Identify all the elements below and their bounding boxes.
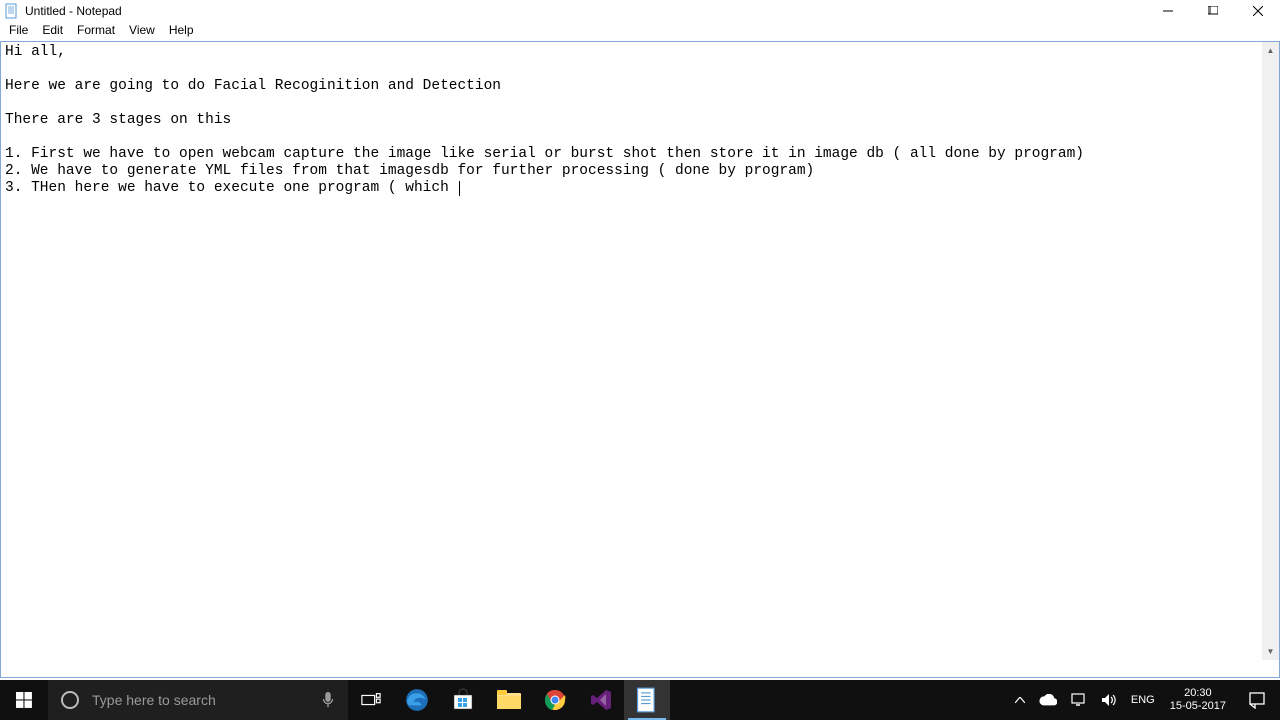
taskbar-chrome[interactable] — [532, 680, 578, 720]
search-box[interactable] — [48, 680, 348, 720]
cortana-icon[interactable] — [48, 690, 92, 710]
taskbar-store[interactable] — [440, 680, 486, 720]
mic-icon[interactable] — [308, 691, 348, 709]
tray-language[interactable]: ENG — [1124, 680, 1162, 720]
taskbar-file-explorer[interactable] — [486, 680, 532, 720]
menu-edit[interactable]: Edit — [35, 22, 70, 41]
search-input[interactable] — [92, 692, 308, 708]
notepad-icon — [4, 3, 20, 19]
menu-file[interactable]: File — [2, 22, 35, 41]
menu-view[interactable]: View — [122, 22, 162, 41]
menu-help[interactable]: Help — [162, 22, 201, 41]
taskbar-edge[interactable] — [394, 680, 440, 720]
vertical-scrollbar[interactable]: ▲ ▼ — [1262, 42, 1279, 660]
task-view-button[interactable] — [348, 680, 394, 720]
maximize-button[interactable] — [1190, 0, 1235, 22]
tray-time: 20:30 — [1184, 687, 1212, 700]
system-tray: ENG 20:30 15-05-2017 — [1008, 680, 1280, 720]
tray-chevron-up-icon[interactable] — [1008, 680, 1032, 720]
window-controls — [1145, 0, 1280, 22]
taskbar-notepad[interactable] — [624, 680, 670, 720]
close-button[interactable] — [1235, 0, 1280, 22]
text-cursor — [459, 181, 460, 196]
task-icons — [348, 680, 670, 720]
tray-date: 15-05-2017 — [1170, 700, 1226, 713]
editor-content: Hi all, Here we are going to do Facial R… — [5, 44, 1084, 196]
scroll-down-arrow[interactable]: ▼ — [1262, 643, 1279, 660]
taskbar-visual-studio[interactable] — [578, 680, 624, 720]
tray-network-icon[interactable] — [1064, 680, 1094, 720]
minimize-button[interactable] — [1145, 0, 1190, 22]
start-button[interactable] — [0, 680, 48, 720]
text-editor[interactable]: Hi all, Here we are going to do Facial R… — [1, 42, 1262, 677]
menubar: File Edit Format View Help — [0, 22, 1280, 41]
tray-onedrive-icon[interactable] — [1032, 680, 1064, 720]
scroll-up-arrow[interactable]: ▲ — [1262, 42, 1279, 59]
tray-notifications-icon[interactable] — [1234, 680, 1280, 720]
tray-volume-icon[interactable] — [1094, 680, 1124, 720]
windows-icon — [16, 692, 33, 709]
menu-format[interactable]: Format — [70, 22, 122, 41]
taskbar: ENG 20:30 15-05-2017 — [0, 680, 1280, 720]
editor-area: Hi all, Here we are going to do Facial R… — [0, 41, 1280, 678]
titlebar: Untitled - Notepad — [0, 0, 1280, 22]
window-title: Untitled - Notepad — [25, 4, 1145, 18]
tray-clock[interactable]: 20:30 15-05-2017 — [1162, 680, 1234, 720]
